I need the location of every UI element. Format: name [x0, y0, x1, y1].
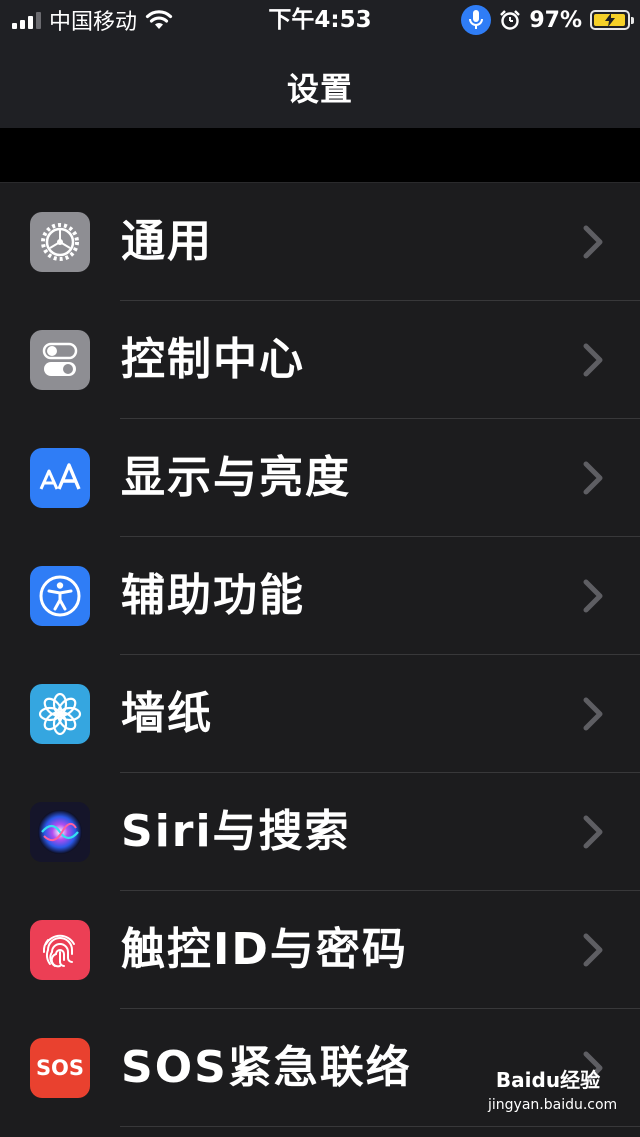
settings-row-label: SOS紧急联络 [121, 1042, 412, 1093]
settings-row-label: 通用 [121, 216, 213, 267]
chevron-right-icon [583, 225, 603, 259]
row-separator [120, 1126, 640, 1127]
fingerprint-icon [30, 920, 90, 980]
chevron-right-icon [583, 933, 603, 967]
settings-row-label: 显示与亮度 [121, 452, 351, 503]
flower-icon [30, 684, 90, 744]
accessibility-icon [30, 566, 90, 626]
text-size-icon [30, 448, 90, 508]
microphone-icon [461, 5, 492, 35]
settings-row-general[interactable]: 通用 [0, 183, 640, 301]
settings-row-label: 辅助功能 [121, 570, 305, 621]
status-left: 中国移动 [12, 0, 173, 40]
siri-icon [30, 802, 90, 862]
battery-charging-icon [590, 10, 634, 30]
settings-row-control-center[interactable]: 控制中心 [0, 301, 640, 419]
settings-row-display-brightness[interactable]: 显示与亮度 [0, 419, 640, 537]
settings-row-accessibility[interactable]: 辅助功能 [0, 537, 640, 655]
settings-row-touch-id-passcode[interactable]: 触控ID与密码 [0, 891, 640, 1009]
signal-icon [12, 11, 41, 29]
sos-icon: SOS [30, 1038, 90, 1098]
chevron-right-icon [583, 697, 603, 731]
status-right: 97% [461, 0, 634, 40]
chevron-right-icon [583, 343, 603, 377]
sos-icon-text: SOS [35, 1056, 85, 1080]
wifi-icon [145, 9, 173, 31]
alarm-icon [499, 9, 521, 31]
chevron-right-icon [583, 579, 603, 613]
battery-percent: 97% [529, 7, 582, 33]
status-bar: 中国移动 下午4:53 97% [0, 0, 640, 40]
baidu-watermark: Baidu经验 jingyan.baidu.com [488, 1064, 618, 1124]
settings-row-label: 控制中心 [121, 334, 305, 385]
settings-list: 通用 控制中心 显示与亮度 辅助功能 墙纸 Siri与搜索 触控ID与密码 SO… [0, 182, 640, 1137]
settings-row-label: 墙纸 [121, 688, 213, 739]
carrier-label: 中国移动 [49, 10, 138, 35]
settings-row-label: Siri与搜索 [121, 806, 351, 857]
baidu-url: jingyan.baidu.com [488, 1097, 618, 1113]
settings-row-wallpaper[interactable]: 墙纸 [0, 655, 640, 773]
navigation-bar: 设置 [0, 40, 640, 128]
chevron-right-icon [583, 461, 603, 495]
settings-row-siri-search[interactable]: Siri与搜索 [0, 773, 640, 891]
baidu-brand: Baidu经验 [495, 1068, 601, 1092]
chevron-right-icon [583, 815, 603, 849]
settings-row-label: 触控ID与密码 [121, 924, 408, 975]
page-title: 设置 [286, 70, 353, 108]
toggles-icon [30, 330, 90, 390]
gear-icon [30, 212, 90, 272]
